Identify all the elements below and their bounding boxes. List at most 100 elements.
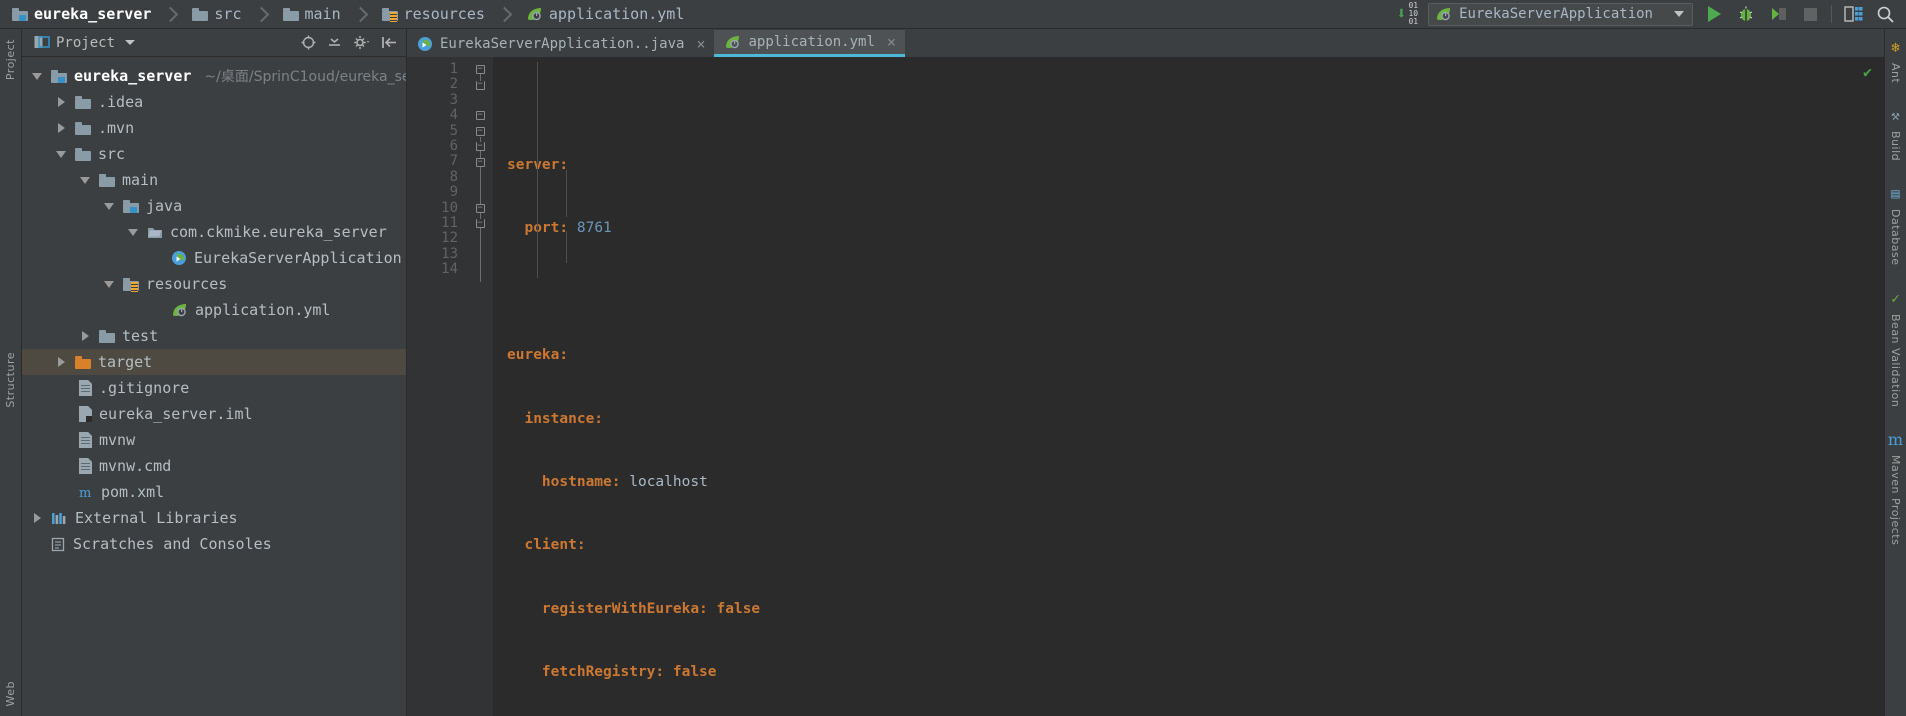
twisty-down-icon[interactable] <box>126 228 140 236</box>
code-line-7: client: <box>493 538 1884 553</box>
tree-node-external-libraries[interactable]: External Libraries <box>22 505 406 531</box>
code-line-1: server: <box>493 157 1884 173</box>
fold-marker-line-4[interactable]: − <box>467 108 493 123</box>
bug-icon <box>1739 6 1753 21</box>
breadcrumb-item-project[interactable]: eureka_server <box>8 0 186 29</box>
search-everywhere-button[interactable] <box>1874 3 1896 25</box>
tree-node-eureka-server[interactable]: eureka_server ~/桌面/SprinC1oud/eureka_ser… <box>22 63 406 89</box>
tool-window-database[interactable]: ▤ Database <box>1889 179 1902 284</box>
download-binary-icon[interactable]: ⬇ 01 10 01 <box>1396 2 1418 26</box>
scratches-icon <box>51 537 66 552</box>
build-hammer-icon: ⚒ <box>1891 108 1900 125</box>
tool-window-web-label[interactable]: Web <box>4 677 17 710</box>
code-token: localhost <box>620 473 708 490</box>
tree-node-src[interactable]: src <box>22 141 406 167</box>
tree-node-mvnw-cmd[interactable]: mvnw.cmd <box>22 453 406 479</box>
tab-application-yml[interactable]: application.yml × <box>714 30 905 57</box>
collapse-all-icon[interactable] <box>327 35 342 50</box>
run-button[interactable] <box>1703 3 1725 25</box>
twisty-down-icon[interactable] <box>102 280 116 288</box>
run-configuration-selector[interactable]: EurekaServerApplication <box>1428 2 1693 26</box>
inspection-ok-icon[interactable]: ✔ <box>1863 63 1872 81</box>
breadcrumb-item-resources[interactable]: resources <box>376 0 520 29</box>
tree-node-pom-xml[interactable]: m pom.xml <box>22 479 406 505</box>
code-token: eureka: <box>507 347 569 364</box>
stop-button[interactable] <box>1799 3 1821 25</box>
close-icon[interactable]: × <box>696 35 705 53</box>
code-editor[interactable]: 1 2 3 4 5 6 7 8 9 10 11 12 13 14 − − − −… <box>407 57 1884 716</box>
fold-marker-line-1[interactable]: − <box>467 62 493 77</box>
tree-node-main[interactable]: main <box>22 167 406 193</box>
tool-window-ant[interactable]: ❄ Ant <box>1889 33 1902 101</box>
hide-panel-icon[interactable] <box>381 35 398 50</box>
folder-excluded-icon <box>75 355 91 369</box>
twisty-down-icon[interactable] <box>102 202 116 210</box>
layout-button[interactable] <box>1842 3 1864 25</box>
twisty-right-icon[interactable] <box>54 357 68 367</box>
tree-node-test[interactable]: test <box>22 323 406 349</box>
close-icon[interactable]: × <box>887 33 896 51</box>
twisty-right-icon[interactable] <box>78 331 92 341</box>
twisty-right-icon[interactable] <box>54 97 68 107</box>
fold-marker-line-5[interactable]: − <box>467 124 493 139</box>
twisty-down-icon[interactable] <box>54 150 68 158</box>
tree-node-gitignore[interactable]: .gitignore <box>22 375 406 401</box>
breadcrumb-item-src[interactable]: src <box>186 0 276 29</box>
tree-node-mvnw[interactable]: mvnw <box>22 427 406 453</box>
tool-window-build[interactable]: ⚒ Build <box>1889 101 1902 179</box>
tree-node-idea[interactable]: .idea <box>22 89 406 115</box>
breadcrumb-item-main[interactable]: main <box>277 0 376 29</box>
tree-node-label: mvnw <box>99 431 136 449</box>
folder-icon <box>75 147 91 161</box>
fold-marker-line-6[interactable]: − <box>467 139 493 154</box>
breadcrumb-label: resources <box>403 5 485 23</box>
tree-node-resources[interactable]: resources <box>22 271 406 297</box>
tool-window-label: Database <box>1889 209 1902 266</box>
tree-node-java[interactable]: java <box>22 193 406 219</box>
tree-node-target[interactable]: target <box>22 349 406 375</box>
chevron-down-icon[interactable] <box>125 40 136 45</box>
tree-node-path: ~/桌面/SprinC1oud/eureka_server <box>204 69 406 85</box>
tool-window-bean-validation[interactable]: ✓ Bean Validation <box>1889 284 1902 425</box>
tab-eureka-server-application-java[interactable]: EurekaServerApplication..java × <box>407 30 714 57</box>
tool-window-maven[interactable]: m Maven Projects <box>1888 425 1903 563</box>
code-text[interactable]: server: port: 8761 eureka: instance: hos… <box>493 57 1884 716</box>
tree-node-package[interactable]: com.ckmike.eureka_server <box>22 219 406 245</box>
tool-window-project-label[interactable]: Project <box>4 35 17 84</box>
libraries-icon <box>51 511 68 526</box>
package-icon <box>147 225 163 239</box>
settings-gear-icon[interactable] <box>353 35 370 50</box>
spring-yaml-icon <box>171 303 188 318</box>
code-folding-gutter[interactable]: − − − − − − − − <box>467 57 493 716</box>
debug-button[interactable] <box>1735 3 1757 25</box>
fold-marker-line-7[interactable]: − <box>467 154 493 169</box>
twisty-right-icon[interactable] <box>30 513 44 523</box>
code-token: instance: <box>524 410 604 427</box>
locate-file-icon[interactable] <box>301 35 316 50</box>
tree-node-eureka-server-application[interactable]: EurekaServerApplication <box>22 245 406 271</box>
run-coverage-button[interactable] <box>1767 3 1789 25</box>
breadcrumb-item-file[interactable]: application.yml <box>520 0 694 29</box>
folder-resources-icon <box>381 7 398 22</box>
bean-validation-icon: ✓ <box>1891 290 1900 307</box>
chevron-down-icon[interactable] <box>1674 11 1684 17</box>
tree-node-mvn[interactable]: .mvn <box>22 115 406 141</box>
tool-window-structure-label[interactable]: Structure <box>4 348 17 412</box>
tree-node-application-yml[interactable]: application.yml <box>22 297 406 323</box>
project-tree[interactable]: eureka_server ~/桌面/SprinC1oud/eureka_ser… <box>22 57 406 716</box>
fold-marker-line-2[interactable]: − <box>467 77 493 92</box>
tool-window-label: Build <box>1889 131 1902 162</box>
twisty-right-icon[interactable] <box>54 123 68 133</box>
project-icon <box>34 36 50 48</box>
tree-node-scratches[interactable]: Scratches and Consoles <box>22 531 406 557</box>
code-line-4: eureka: <box>493 347 1884 364</box>
fold-marker-line-10[interactable]: − <box>467 201 493 216</box>
twisty-down-icon[interactable] <box>78 176 92 184</box>
twisty-down-icon[interactable] <box>30 72 44 80</box>
tree-node-iml[interactable]: eureka_server.iml <box>22 401 406 427</box>
fold-marker-line-11[interactable]: − <box>467 216 493 231</box>
